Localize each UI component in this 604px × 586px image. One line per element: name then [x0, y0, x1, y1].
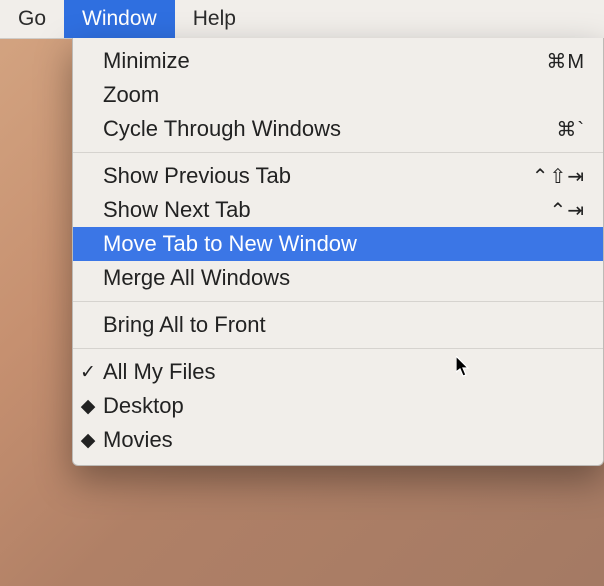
menubar-item-go[interactable]: Go — [0, 0, 64, 38]
menu-item-desktop[interactable]: ◆ Desktop — [73, 389, 603, 423]
menu-separator — [73, 348, 603, 349]
menubar: Go Window Help — [0, 0, 604, 39]
menu-label: Show Previous Tab — [103, 163, 505, 189]
menu-label: Desktop — [103, 393, 505, 419]
menu-item-minimize[interactable]: Minimize ⌘M — [73, 44, 603, 78]
menu-shortcut: ⌘` — [505, 117, 585, 142]
menu-separator — [73, 152, 603, 153]
menu-item-move-tab-to-new-window[interactable]: Move Tab to New Window — [73, 227, 603, 261]
menu-label: All My Files — [103, 359, 505, 385]
diamond-icon: ◆ — [73, 429, 103, 452]
menu-shortcut: ⌘M — [505, 49, 585, 74]
menu-item-movies[interactable]: ◆ Movies — [73, 423, 603, 457]
menu-shortcut: ⌃⇥ — [505, 198, 585, 223]
menu-item-show-previous-tab[interactable]: Show Previous Tab ⌃⇧⇥ — [73, 159, 603, 193]
menubar-item-help[interactable]: Help — [175, 0, 254, 38]
menu-shortcut: ⌃⇧⇥ — [505, 164, 585, 189]
menu-label: Movies — [103, 427, 505, 453]
window-menu-dropdown: Minimize ⌘M Zoom Cycle Through Windows ⌘… — [72, 38, 604, 466]
diamond-icon: ◆ — [73, 395, 103, 418]
menu-item-zoom[interactable]: Zoom — [73, 78, 603, 112]
menu-item-all-my-files[interactable]: ✓ All My Files — [73, 355, 603, 389]
menu-label: Merge All Windows — [103, 265, 505, 291]
checkmark-icon: ✓ — [73, 361, 103, 384]
menu-item-cycle-windows[interactable]: Cycle Through Windows ⌘` — [73, 112, 603, 146]
menu-label: Minimize — [103, 48, 505, 74]
menu-item-bring-all-to-front[interactable]: Bring All to Front — [73, 308, 603, 342]
menu-label: Cycle Through Windows — [103, 116, 505, 142]
menu-label: Move Tab to New Window — [103, 231, 505, 257]
menu-label: Zoom — [103, 82, 505, 108]
menu-separator — [73, 301, 603, 302]
menu-item-merge-all-windows[interactable]: Merge All Windows — [73, 261, 603, 295]
menubar-item-window[interactable]: Window — [64, 0, 175, 38]
menu-item-show-next-tab[interactable]: Show Next Tab ⌃⇥ — [73, 193, 603, 227]
menu-label: Show Next Tab — [103, 197, 505, 223]
menu-label: Bring All to Front — [103, 312, 505, 338]
